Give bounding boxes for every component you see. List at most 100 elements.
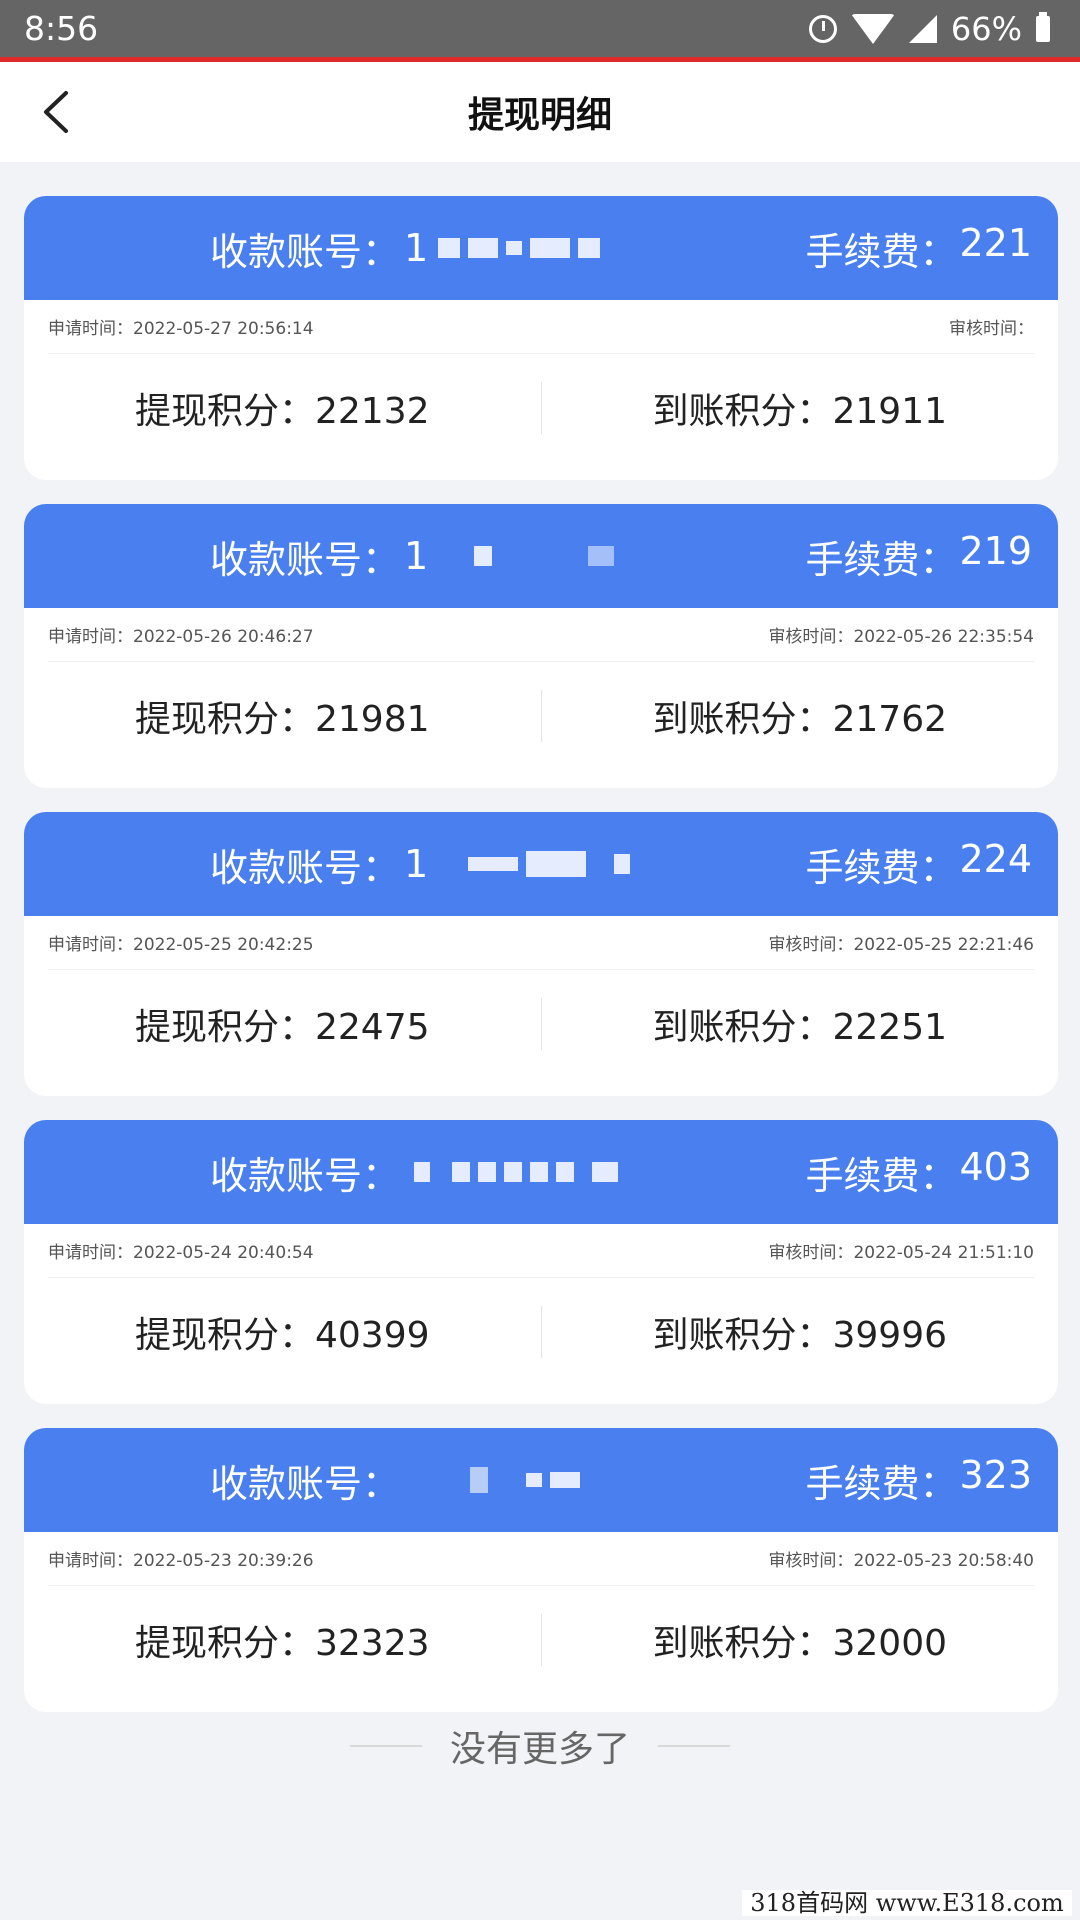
review-time-label: 审核时间： <box>768 1243 854 1263</box>
time-row: 申请时间：2022-05-25 20:42:25 审核时间：2022-05-25… <box>48 916 1034 970</box>
account-info: 收款账号： <box>210 1453 581 1508</box>
watermark: 318首码网 www.E318.com <box>742 1890 1072 1916</box>
apply-time-value: 2022-05-25 20:42:25 <box>133 935 314 955</box>
apply-time-value: 2022-05-27 20:56:14 <box>133 319 314 339</box>
fee-value: 224 <box>959 836 1032 881</box>
account-mask <box>438 851 631 877</box>
time-row: 申请时间：2022-05-23 20:39:26 审核时间：2022-05-23… <box>48 1532 1034 1586</box>
fee-label: 手续费： <box>805 1461 958 1506</box>
page-title: 提现明细 <box>467 95 612 136</box>
withdraw-points: 提现积分：22132 <box>24 382 541 434</box>
review-time: 审核时间：2022-05-24 21:51:10 <box>768 1238 1034 1263</box>
no-more-text: 没有更多了 <box>449 1729 630 1770</box>
withdraw-record-card[interactable]: 收款账号： 1 手续费： 219 申请时间：2022-05-26 20:46:2… <box>24 504 1058 788</box>
received-points: 到账积分：32000 <box>542 1614 1059 1666</box>
received-points-label: 到账积分： <box>652 699 833 740</box>
review-time-value: 2022-05-23 20:58:40 <box>853 1551 1034 1571</box>
account-info: 收款账号： <box>210 1145 619 1200</box>
account-mask <box>438 238 601 258</box>
apply-time: 申请时间：2022-05-25 20:42:25 <box>48 930 314 955</box>
list-end-indicator: 没有更多了 <box>0 1718 1080 1774</box>
withdraw-record-list: 收款账号： 1 手续费： 221 申请时间：2022-05-27 20:56:1… <box>24 196 1058 1736</box>
withdraw-points-label: 提现积分： <box>134 1623 315 1664</box>
account-label: 收款账号： <box>210 1153 401 1198</box>
divider <box>658 1745 730 1747</box>
account-value: 1 <box>404 842 429 886</box>
points-row: 提现积分：40399 到账积分：39996 <box>24 1278 1058 1386</box>
received-points-label: 到账积分： <box>652 1623 833 1664</box>
account-mask <box>414 1162 619 1182</box>
battery-icon <box>1036 11 1050 42</box>
withdraw-record-card[interactable]: 收款账号： 1 手续费： 224 申请时间：2022-05-25 20:42:2… <box>24 812 1058 1096</box>
card-header: 收款账号： 手续费： 403 <box>24 1120 1058 1224</box>
review-time-label: 审核时间： <box>949 319 1034 339</box>
withdraw-points-value: 32323 <box>314 1623 430 1664</box>
chevron-left-icon <box>44 91 68 133</box>
fee-value: 219 <box>959 528 1032 573</box>
apply-time-label: 申请时间： <box>48 627 133 647</box>
withdraw-points-value: 22132 <box>314 391 430 432</box>
time-row: 申请时间：2022-05-26 20:46:27 审核时间：2022-05-26… <box>48 608 1034 662</box>
review-time-label: 审核时间： <box>768 1551 854 1571</box>
account-label: 收款账号： <box>210 229 401 274</box>
apply-time-label: 申请时间： <box>48 1551 133 1571</box>
points-row: 提现积分：22475 到账积分：22251 <box>24 970 1058 1078</box>
fee-value: 403 <box>959 1144 1032 1189</box>
back-button[interactable] <box>30 84 80 140</box>
review-time: 审核时间： <box>949 314 1034 339</box>
withdraw-points-value: 21981 <box>314 699 430 740</box>
fee-value: 323 <box>959 1452 1032 1497</box>
account-value: 1 <box>404 534 429 578</box>
received-points-value: 21762 <box>832 699 948 740</box>
points-row: 提现积分：32323 到账积分：32000 <box>24 1586 1058 1694</box>
apply-time-label: 申请时间： <box>48 935 133 955</box>
withdraw-points: 提现积分：21981 <box>24 690 541 742</box>
withdraw-record-card[interactable]: 收款账号： 1 手续费： 221 申请时间：2022-05-27 20:56:1… <box>24 196 1058 480</box>
divider <box>349 1745 422 1747</box>
received-points-label: 到账积分： <box>652 391 833 432</box>
review-time: 审核时间：2022-05-26 22:35:54 <box>768 622 1034 647</box>
fee-label: 手续费： <box>805 845 958 890</box>
apply-time: 申请时间：2022-05-27 20:56:14 <box>48 314 314 339</box>
received-points-value: 22251 <box>832 1007 948 1048</box>
account-info: 收款账号： 1 <box>210 837 631 892</box>
review-time: 审核时间：2022-05-25 22:21:46 <box>768 930 1034 955</box>
account-mask <box>438 546 615 566</box>
account-label: 收款账号： <box>210 845 401 890</box>
withdraw-points-value: 40399 <box>314 1315 430 1356</box>
apply-time-value: 2022-05-26 20:46:27 <box>133 627 314 647</box>
status-time: 8:56 <box>24 9 99 48</box>
fee-value: 221 <box>959 220 1032 265</box>
battery-percent: 66% <box>950 9 1022 48</box>
received-points: 到账积分：21911 <box>542 382 1059 434</box>
nav-bar: 提现明细 <box>0 62 1080 162</box>
card-header: 收款账号： 手续费： 323 <box>24 1428 1058 1532</box>
apply-time-value: 2022-05-24 20:40:54 <box>133 1243 314 1263</box>
withdraw-record-card[interactable]: 收款账号： 手续费： 403 申请时间：2022-05-24 20:40:54 … <box>24 1120 1058 1404</box>
received-points-label: 到账积分： <box>652 1007 833 1048</box>
received-points-value: 39996 <box>832 1315 948 1356</box>
apply-time-label: 申请时间： <box>48 319 133 339</box>
review-time-label: 审核时间： <box>768 935 854 955</box>
review-time: 审核时间：2022-05-23 20:58:40 <box>768 1546 1034 1571</box>
time-row: 申请时间：2022-05-24 20:40:54 审核时间：2022-05-24… <box>48 1224 1034 1278</box>
signal-icon <box>908 14 937 43</box>
card-header: 收款账号： 1 手续费： 221 <box>24 196 1058 300</box>
withdraw-record-card[interactable]: 收款账号： 手续费： 323 申请时间：2022-05-23 20:39:26 … <box>24 1428 1058 1712</box>
fee-info: 手续费： 323 <box>805 1453 1032 1508</box>
points-row: 提现积分：21981 到账积分：21762 <box>24 662 1058 770</box>
fee-label: 手续费： <box>805 537 958 582</box>
withdraw-points-value: 22475 <box>314 1007 430 1048</box>
status-bar: 8:56 66% <box>0 0 1080 57</box>
status-icons: 66% <box>808 9 1050 48</box>
received-points-label: 到账积分： <box>652 1315 833 1356</box>
fee-label: 手续费： <box>805 229 958 274</box>
account-label: 收款账号： <box>210 537 401 582</box>
fee-info: 手续费： 403 <box>805 1145 1032 1200</box>
withdraw-points-label: 提现积分： <box>134 699 315 740</box>
card-header: 收款账号： 1 手续费： 219 <box>24 504 1058 608</box>
received-points: 到账积分：22251 <box>542 998 1059 1050</box>
apply-time-value: 2022-05-23 20:39:26 <box>133 1551 314 1571</box>
apply-time: 申请时间：2022-05-26 20:46:27 <box>48 622 314 647</box>
withdraw-points-label: 提现积分： <box>134 1315 315 1356</box>
